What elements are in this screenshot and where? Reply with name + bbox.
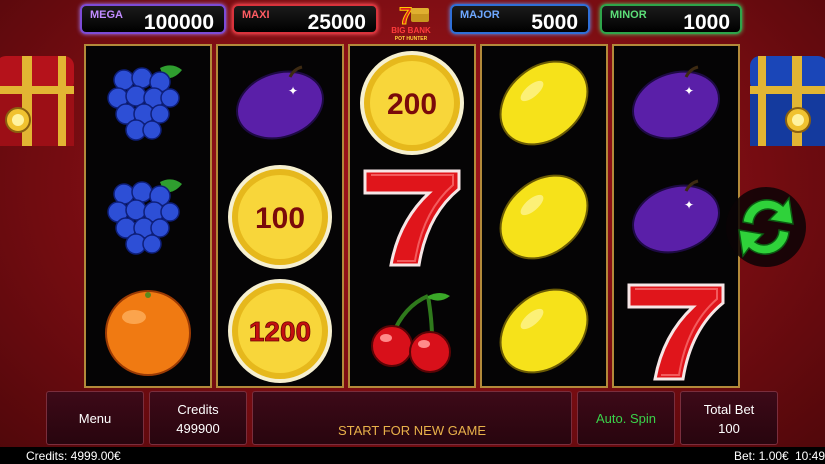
reel-3: 200 <box>348 44 476 388</box>
cherry-icon <box>350 274 474 388</box>
coin-value: 200 <box>387 88 437 121</box>
blue-chest-icon <box>748 50 825 150</box>
menu-label: Menu <box>78 411 112 426</box>
coin-icon: 200 <box>350 46 474 160</box>
jackpot-minor-value: 1000 <box>683 11 730 34</box>
jackpot-maxi: MAXI 25000 <box>232 4 378 34</box>
spin-button[interactable] <box>723 182 809 272</box>
svg-text:✦: ✦ <box>684 198 694 212</box>
credits-value: 499900 <box>176 421 220 436</box>
jackpot-maxi-value: 25000 <box>307 11 366 34</box>
start-new-game-button[interactable]: START FOR NEW GAME <box>252 391 572 445</box>
jackpot-minor: MINOR 1000 <box>600 4 742 34</box>
total-bet-label: Total Bet <box>703 402 755 417</box>
jackpot-major-value: 5000 <box>531 11 578 34</box>
lemon-icon <box>482 46 606 160</box>
plum-icon: ✦ <box>614 160 738 274</box>
credits-display: Credits 499900 <box>149 391 247 445</box>
jackpot-mega-value: 100000 <box>143 11 214 34</box>
auto-spin-label: Auto. Spin <box>596 411 656 426</box>
start-label: START FOR NEW GAME <box>337 423 487 438</box>
coin-value: 100 <box>255 202 305 235</box>
coin-icon: 100 <box>218 160 342 274</box>
jackpot-minor-label: MINOR <box>610 9 647 21</box>
jackpot-major: MAJOR 5000 <box>450 4 590 34</box>
svg-text:✦: ✦ <box>684 84 694 98</box>
reel-4 <box>480 44 608 388</box>
reel-5: ✦ ✦ <box>612 44 740 388</box>
status-credits: Credits: 4999.00€ <box>26 449 121 463</box>
jackpot-mega: MEGA 100000 <box>80 4 226 34</box>
reel-2: ✦ 100 1200 <box>216 44 344 388</box>
total-bet-button[interactable]: Total Bet 100 <box>680 391 778 445</box>
seven-icon <box>614 274 738 388</box>
reel-1 <box>84 44 212 388</box>
svg-text:✦: ✦ <box>288 84 298 98</box>
lemon-icon <box>482 160 606 274</box>
plum-icon: ✦ <box>218 46 342 160</box>
coin-icon: 1200 <box>218 274 342 388</box>
red-chest-icon <box>0 50 76 150</box>
total-bet-value: 100 <box>718 421 740 436</box>
logo-line1: BIG BANK <box>391 26 431 35</box>
status-bet: Bet: 1.00€ <box>734 449 789 463</box>
orange-icon <box>86 274 210 388</box>
lemon-icon <box>482 274 606 388</box>
jackpot-mega-label: MEGA <box>90 9 123 21</box>
credits-label: Credits <box>177 402 219 417</box>
grapes-icon <box>86 46 210 160</box>
menu-button[interactable]: Menu <box>46 391 144 445</box>
jackpot-major-label: MAJOR <box>460 9 500 21</box>
plum-icon: ✦ <box>614 46 738 160</box>
seven-icon <box>350 160 474 274</box>
logo-line2: POT HUNTER <box>395 36 428 42</box>
coin-value: 1200 <box>249 316 311 347</box>
auto-spin-button[interactable]: Auto. Spin <box>577 391 675 445</box>
status-bar: Credits: 4999.00€ Bet: 1.00€ 10:49 <box>0 447 825 464</box>
grapes-icon <box>86 160 210 274</box>
game-logo: 7 BIG BANK POT HUNTER <box>385 2 437 43</box>
jackpot-maxi-label: MAXI <box>242 9 270 21</box>
status-time: 10:49 <box>795 449 825 463</box>
